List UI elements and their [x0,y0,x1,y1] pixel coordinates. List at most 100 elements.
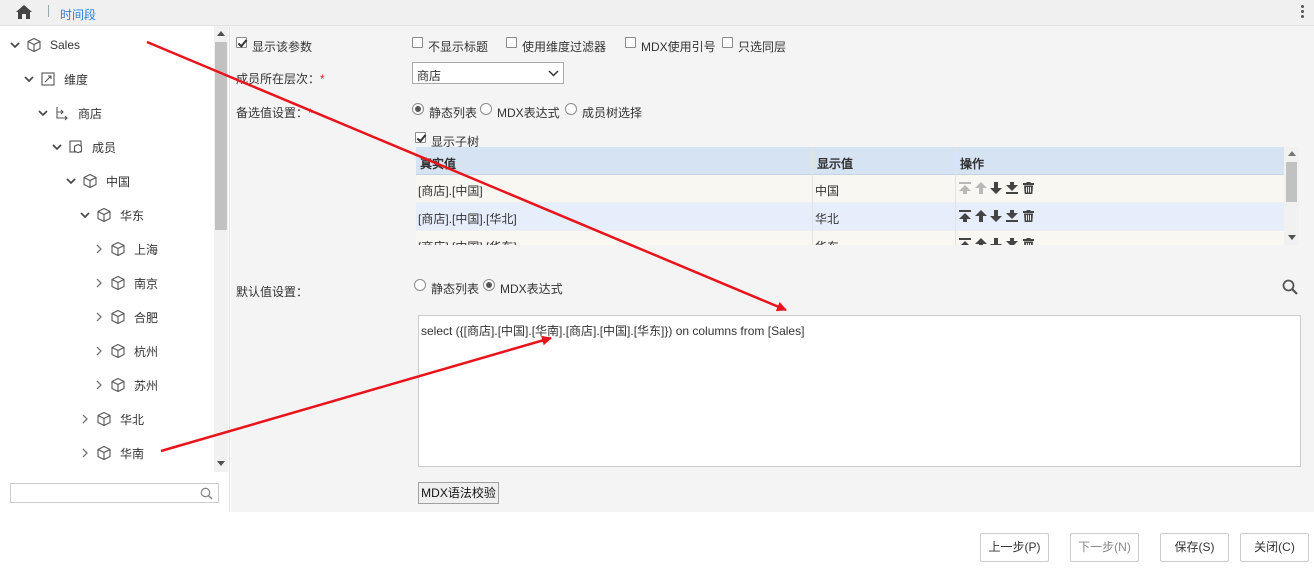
table-row[interactable]: [商店].[中国] 中国 [416,175,1284,203]
mdx-quote-checkbox[interactable] [625,37,636,48]
default-label: 默认值设置： [236,285,309,299]
col-divider [955,147,956,245]
chevron-right-icon[interactable] [78,446,92,460]
chevron-down-icon[interactable] [78,208,92,222]
chevron-right-icon[interactable] [92,344,106,358]
breadcrumb-separator [48,5,49,17]
close-button[interactable]: 关闭(C) [1240,533,1309,562]
tree-node[interactable]: Sales [8,34,80,56]
mdx-expression-textarea[interactable]: select ({[商店].[中国].[华南].[商店].[中国].[华东]})… [418,315,1301,467]
move-down-icon[interactable] [990,210,1002,222]
prev-button[interactable]: 上一步(P) [980,533,1049,562]
candidate-mdx-radio[interactable] [480,103,492,115]
move-down-icon[interactable] [990,238,1002,245]
move-down-icon[interactable] [990,182,1002,194]
scroll-thumb[interactable] [215,42,227,230]
tree-node[interactable]: 商店 [36,102,102,124]
tree-node[interactable]: 华北 [78,408,144,430]
more-vertical-icon[interactable] [1299,4,1305,22]
candidate-values-grid: 真实值 显示值 操作 [商店].[中国]中国[商店].[中国].[华北]华北[商… [416,147,1299,245]
breadcrumb-title[interactable]: 时间段 [60,6,96,23]
candidate-static-radio[interactable] [412,103,424,115]
dimension-icon [40,71,56,87]
search-icon[interactable] [1282,279,1298,295]
table-row[interactable]: [商店].[中国].[华东] 华东 [416,231,1284,245]
tree-scrollbar[interactable] [214,26,228,472]
dim-filter-checkbox[interactable] [506,37,517,48]
level-select[interactable]: 商店 [412,62,564,84]
col-divider [812,147,813,245]
chevron-down-icon[interactable] [22,72,36,86]
col-header-display[interactable]: 显示值 [817,155,853,172]
show-subtree-checkbox[interactable] [415,132,426,143]
tree-node[interactable]: 华东 [78,204,144,226]
save-button[interactable]: 保存(S) [1160,533,1229,562]
cell-display-value[interactable]: 华北 [815,210,839,227]
delete-icon[interactable] [1022,238,1035,245]
grid-scroll-thumb[interactable] [1286,162,1297,202]
candidate-label: 备选值设置：* [236,106,313,120]
mdx-check-button[interactable]: MDX语法校验 [418,482,499,504]
move-top-icon[interactable] [958,182,972,194]
col-header-real[interactable]: 真实值 [420,155,456,172]
chevron-down-icon[interactable] [8,38,22,52]
tree-node-label: 苏州 [134,378,159,393]
chevron-right-icon[interactable] [92,378,106,392]
cell-display-value[interactable]: 华东 [815,238,839,245]
cell-display-value[interactable]: 中国 [815,182,839,199]
grid-scroll-up[interactable] [1288,151,1296,156]
scroll-up-arrow[interactable] [217,31,225,36]
tree-node-label: 成员 [92,140,117,155]
scroll-down-arrow[interactable] [217,461,225,466]
tree-node-label: 维度 [64,72,89,87]
grid-scroll-down[interactable] [1288,235,1296,240]
candidate-tree-radio[interactable] [565,103,577,115]
default-static-radio[interactable] [414,279,426,291]
chevron-right-icon[interactable] [78,412,92,426]
same-level-checkbox[interactable] [722,37,733,48]
tree-search-input[interactable] [10,483,219,503]
next-button[interactable]: 下一步(N) [1070,533,1139,562]
row-actions [958,182,1035,194]
tree-node[interactable]: 合肥 [92,306,158,328]
move-up-icon[interactable] [975,210,987,222]
tree-node[interactable]: 南京 [92,272,158,294]
show-param-checkbox[interactable] [236,37,247,48]
move-bottom-icon[interactable] [1005,238,1019,245]
move-top-icon[interactable] [958,210,972,222]
hide-title-label: 不显示标题 [428,40,489,54]
chevron-down-icon[interactable] [64,174,78,188]
table-row[interactable]: [商店].[中国].[华北] 华北 [416,203,1284,231]
cell-real-value[interactable]: [商店].[中国] [418,182,483,199]
move-bottom-icon[interactable] [1005,182,1019,194]
tree-node[interactable]: 苏州 [92,374,158,396]
candidate-tree-label: 成员树选择 [582,106,643,120]
tree-node[interactable]: 维度 [22,68,88,90]
search-icon[interactable] [200,487,213,500]
chevron-right-icon[interactable] [92,310,106,324]
tree-node[interactable]: 上海 [92,238,158,260]
chevron-right-icon[interactable] [92,276,106,290]
tree-node[interactable]: 中国 [64,170,130,192]
chevron-down-icon[interactable] [36,106,50,120]
default-mdx-radio[interactable] [483,279,495,291]
delete-icon[interactable] [1022,182,1035,194]
home-icon[interactable] [15,4,33,20]
tree-node[interactable]: 杭州 [92,340,158,362]
cell-real-value[interactable]: [商店].[中国].[华北] [418,210,517,227]
tree-node[interactable]: 华南 [78,442,144,464]
cell-real-value[interactable]: [商店].[中国].[华东] [418,238,517,245]
move-top-icon[interactable] [958,238,972,245]
move-up-icon[interactable] [975,238,987,245]
move-bottom-icon[interactable] [1005,210,1019,222]
grid-scrollbar[interactable] [1284,147,1299,245]
tree-node[interactable]: 成员 [50,136,116,158]
candidate-label-text: 备选值设置： [236,106,309,120]
delete-icon[interactable] [1022,210,1035,222]
level-label: 成员所在层次：* [236,72,325,86]
hide-title-checkbox[interactable] [412,37,423,48]
members-icon [68,139,84,155]
move-up-icon[interactable] [975,182,987,194]
chevron-right-icon[interactable] [92,242,106,256]
chevron-down-icon[interactable] [50,140,64,154]
